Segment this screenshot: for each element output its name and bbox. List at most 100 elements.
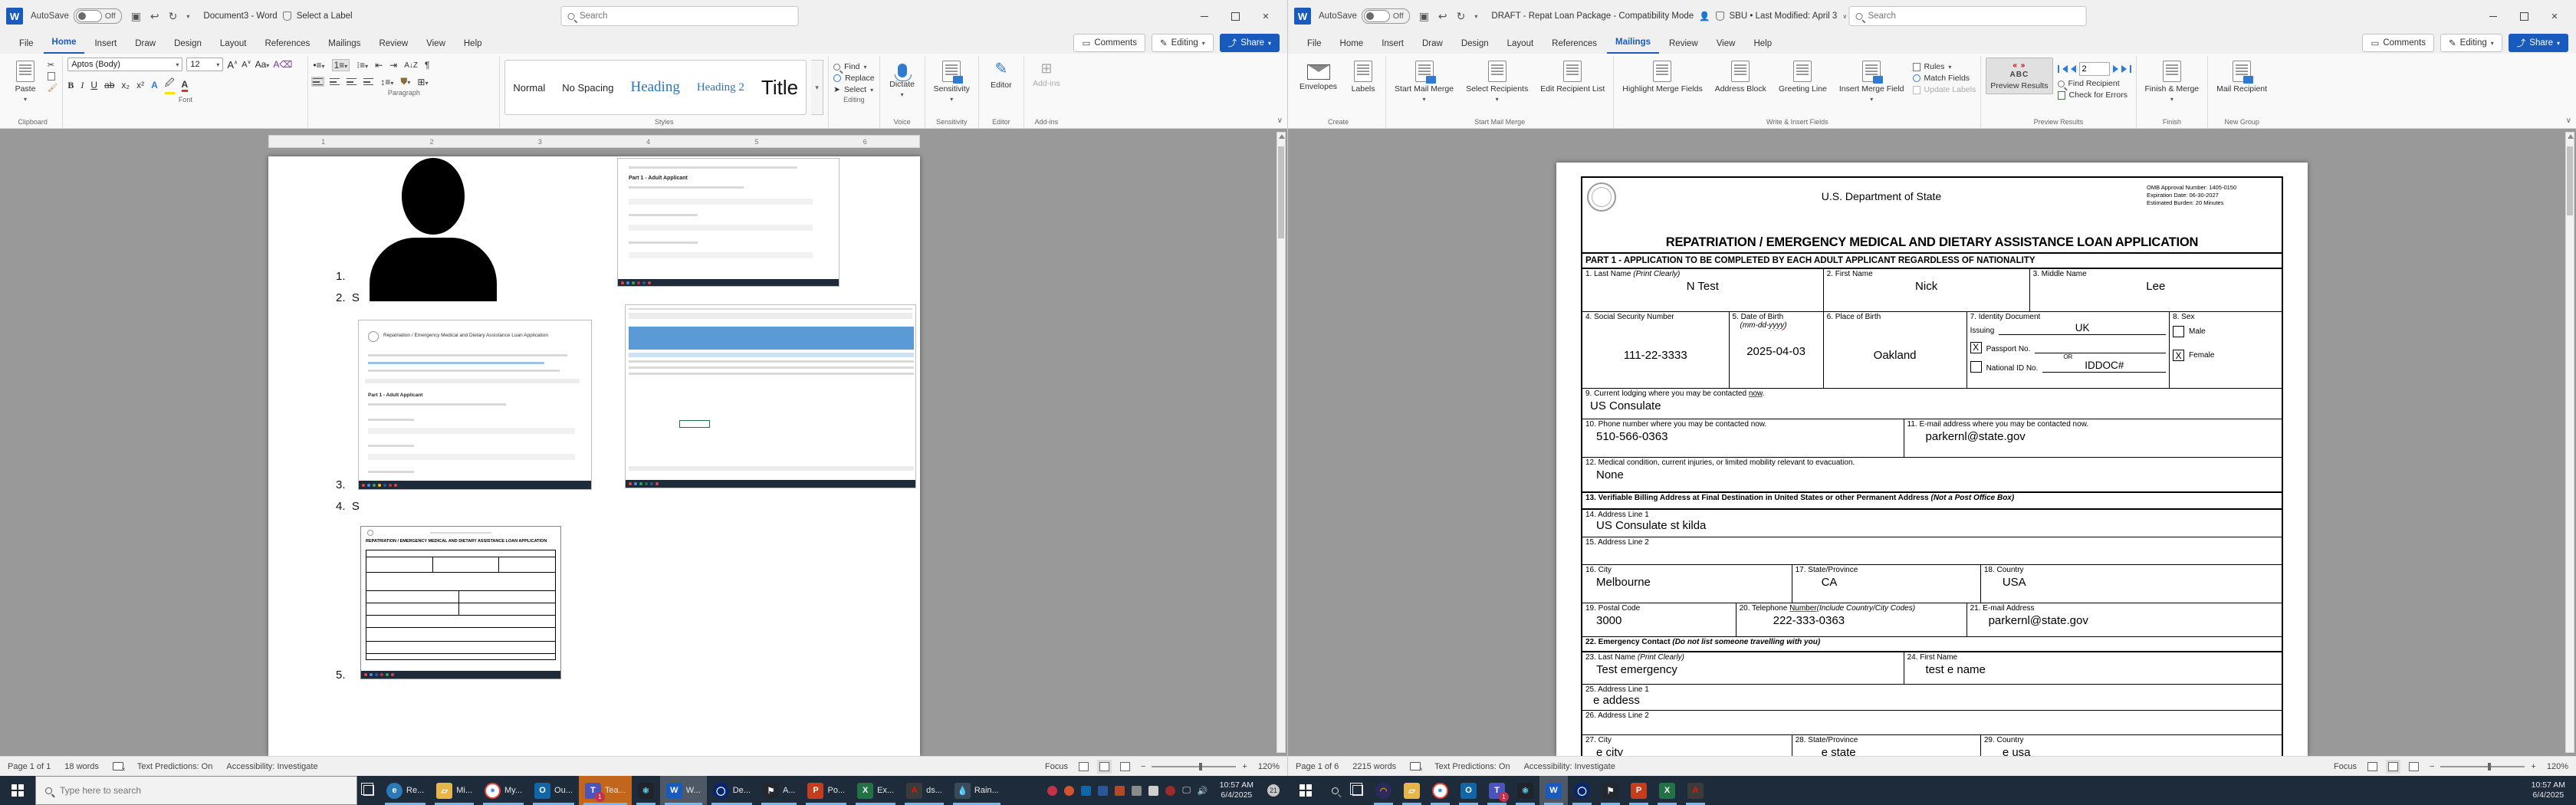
increase-indent-icon[interactable]: ⇥ bbox=[389, 60, 397, 71]
change-case-icon[interactable]: Aa▾ bbox=[255, 59, 270, 70]
save-icon[interactable]: ▣ bbox=[131, 10, 141, 23]
borders-icon[interactable]: ⊞▾ bbox=[417, 77, 428, 87]
justify-icon[interactable] bbox=[363, 78, 373, 85]
vertical-scrollbar-left[interactable] bbox=[1276, 132, 1286, 753]
clear-formatting-icon[interactable]: A⌫ bbox=[273, 59, 292, 70]
field-ec-first-name[interactable]: test e name bbox=[1907, 662, 2279, 678]
taskbar2-file-explorer[interactable]: ▱ bbox=[1398, 776, 1426, 805]
select-label-button[interactable]: Select a Label bbox=[297, 12, 353, 21]
field-city[interactable]: Melbourne bbox=[1585, 574, 1789, 591]
taskbar-powerpoint[interactable]: PPo... bbox=[801, 776, 851, 805]
read-mode-icon[interactable] bbox=[1079, 762, 1089, 771]
field-lodging[interactable]: US Consulate bbox=[1585, 398, 2279, 415]
web-layout-icon[interactable] bbox=[2409, 762, 2419, 771]
first-record-icon[interactable] bbox=[2062, 65, 2068, 73]
superscript-button[interactable]: x² bbox=[136, 80, 144, 90]
shading-icon[interactable]: ⛊▾ bbox=[400, 76, 410, 87]
field-email-now[interactable]: parkernl@state.gov bbox=[1907, 429, 2279, 445]
search-button-2[interactable] bbox=[1323, 776, 1346, 805]
focus-button[interactable]: Focus bbox=[2334, 762, 2357, 771]
autosave-toggle[interactable]: AutoSave Off bbox=[1319, 8, 1410, 24]
greeting-line-button[interactable]: Greeting Line bbox=[1775, 58, 1831, 97]
font-name-combo[interactable]: Aptos (Body)▾ bbox=[67, 58, 182, 71]
accessibility-status[interactable]: Accessibility: Investigate bbox=[1524, 762, 1615, 771]
grow-font-icon[interactable]: A∧ bbox=[227, 59, 238, 71]
collapse-ribbon-icon[interactable]: ∨ bbox=[2566, 117, 2571, 125]
editing-mode-button[interactable]: ✎ Editing ▾ bbox=[2440, 34, 2502, 52]
match-fields-button[interactable]: Match Fields bbox=[1913, 74, 1976, 83]
zoom-slider[interactable]: −+ bbox=[2430, 762, 2536, 771]
field-ssn[interactable]: 111-22-3333 bbox=[1585, 347, 1726, 364]
passport-checkbox[interactable]: X bbox=[1970, 342, 1982, 353]
embedded-screenshot-template[interactable]: REPATRIATION / EMERGENCY MEDICAL AND DIE… bbox=[360, 526, 561, 679]
tray-shield-icon[interactable] bbox=[1132, 786, 1142, 796]
find-recipient-button[interactable]: Find Recipient bbox=[2058, 79, 2131, 88]
search-box[interactable] bbox=[560, 6, 798, 26]
decrease-indent-icon[interactable]: ⇤ bbox=[375, 60, 383, 71]
taskbar-file-explorer[interactable]: ▱Mi... bbox=[430, 776, 478, 805]
collapse-ribbon-icon[interactable]: ∨ bbox=[1277, 117, 1283, 125]
word-count[interactable]: 2215 words bbox=[1352, 762, 1396, 771]
editing-mode-button[interactable]: ✎ Editing ▾ bbox=[1152, 34, 1214, 52]
document-canvas-right[interactable]: U.S. Department of State OMB Approval Nu… bbox=[1288, 129, 2576, 756]
minimize-button[interactable] bbox=[1189, 5, 1220, 28]
envelopes-button[interactable]: Envelopes bbox=[1296, 58, 1341, 94]
task-view-button[interactable] bbox=[357, 776, 380, 805]
field-dob[interactable]: 2025-04-03 bbox=[1733, 343, 1820, 360]
tray-onedrive-icon[interactable] bbox=[1098, 786, 1108, 796]
page-indicator[interactable]: Page 1 of 1 bbox=[8, 762, 51, 771]
female-checkbox[interactable]: X bbox=[2173, 350, 2184, 361]
start-button[interactable] bbox=[0, 776, 35, 805]
tray-calendar-icon[interactable] bbox=[1064, 786, 1074, 796]
search-input[interactable] bbox=[1868, 12, 2052, 21]
text-effects-icon[interactable]: A bbox=[151, 80, 158, 90]
next-record-icon[interactable] bbox=[2113, 65, 2118, 73]
taskbar-word[interactable]: WW... bbox=[660, 776, 707, 805]
record-number-input[interactable] bbox=[2079, 62, 2110, 76]
tray-outlook-icon[interactable] bbox=[1081, 786, 1091, 796]
share-button[interactable]: ⤴ Share ▾ bbox=[2509, 34, 2568, 52]
tab-design[interactable]: Design bbox=[1453, 35, 1497, 54]
field-ec-last-name[interactable]: Test emergency bbox=[1585, 662, 1901, 678]
font-color-button[interactable]: A bbox=[182, 79, 189, 92]
minimize-button[interactable] bbox=[2478, 5, 2509, 28]
field-address1[interactable]: US Consulate st kilda bbox=[1585, 519, 2279, 532]
edit-recipient-list-button[interactable]: Edit Recipient List bbox=[1536, 58, 1608, 97]
taskbar-clock[interactable]: 10:57 AM6/4/2025 bbox=[1215, 780, 1258, 800]
replace-button[interactable]: Replace bbox=[833, 74, 875, 83]
tray-phone-icon[interactable] bbox=[1148, 786, 1158, 796]
page-right[interactable]: U.S. Department of State OMB Approval Nu… bbox=[1556, 163, 2308, 756]
tab-view[interactable]: View bbox=[418, 35, 454, 54]
bullets-icon[interactable]: •≡▾ bbox=[313, 60, 324, 71]
taskbar-search[interactable] bbox=[35, 776, 357, 805]
taskbar-clock-2[interactable]: 10:57 AM6/4/2025 bbox=[2527, 780, 2570, 800]
zoom-level[interactable]: 120% bbox=[1258, 762, 1280, 771]
proofing-errors-icon[interactable] bbox=[113, 762, 123, 770]
find-button[interactable]: Find▾ bbox=[833, 62, 875, 71]
taskbar2-react-app[interactable]: ⚛ bbox=[1511, 776, 1539, 805]
align-center-icon[interactable] bbox=[330, 78, 340, 85]
redo-icon[interactable]: ↻ bbox=[1457, 10, 1466, 23]
numbering-icon[interactable]: 1≡▾ bbox=[332, 59, 350, 71]
taskbar2-word[interactable]: W bbox=[1539, 776, 1568, 805]
field-address2[interactable] bbox=[1585, 547, 2279, 550]
start-mail-merge-button[interactable]: Start Mail Merge▾ bbox=[1391, 58, 1457, 106]
field-id-issuing[interactable]: UK bbox=[1999, 323, 2166, 335]
styles-gallery-more[interactable]: ▾ bbox=[811, 60, 823, 115]
field-medical[interactable]: None bbox=[1585, 467, 2279, 484]
tab-mailings[interactable]: Mailings bbox=[1607, 34, 1659, 54]
tray-status-icon[interactable] bbox=[1047, 786, 1057, 796]
taskbar2-acrobat[interactable]: A bbox=[1681, 776, 1710, 805]
tab-file[interactable]: File bbox=[11, 35, 42, 54]
editor-button[interactable]: ✎Editor bbox=[984, 58, 1019, 93]
horizontal-ruler[interactable]: 123456 bbox=[268, 135, 920, 148]
previous-record-icon[interactable] bbox=[2071, 65, 2076, 73]
tab-layout[interactable]: Layout bbox=[1499, 35, 1543, 54]
print-layout-icon[interactable] bbox=[1099, 762, 1109, 771]
taskbar2-excel[interactable]: X bbox=[1653, 776, 1681, 805]
taskbar-flag-app[interactable]: ⚑A... bbox=[757, 776, 802, 805]
tab-home[interactable]: Home bbox=[1332, 35, 1372, 54]
field-state[interactable]: CA bbox=[1796, 574, 1977, 591]
search-input[interactable] bbox=[580, 12, 764, 21]
font-size-combo[interactable]: 12▾ bbox=[186, 58, 223, 71]
